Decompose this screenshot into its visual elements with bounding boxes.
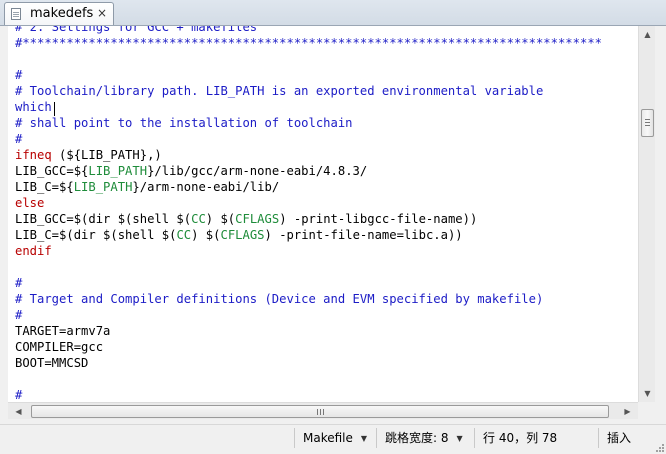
code-line: #***************************************… xyxy=(15,35,602,51)
code-line: # 2. Settings for GCC + makefiles xyxy=(15,26,602,35)
code-token: #***************************************… xyxy=(15,36,602,50)
language-selector[interactable]: Makefile ▼ xyxy=(294,428,376,448)
code-line: # Toolchain/library path. LIB_PATH is an… xyxy=(15,83,602,99)
code-line: # shall point to the installation of too… xyxy=(15,115,602,131)
text-cursor xyxy=(54,102,55,116)
cursor-position-label: 行 40，列 78 xyxy=(483,431,558,445)
chevron-down-icon: ▼ xyxy=(456,434,463,443)
tab-width-label: 跳格宽度: 8 xyxy=(385,431,449,445)
tab-title: makedefs xyxy=(30,6,94,21)
code-line: LIB_GCC=$(dir $(shell $(CC) $(CFLAGS) -p… xyxy=(15,211,602,227)
scroll-left-icon[interactable]: ◀ xyxy=(10,403,27,420)
code-line: # xyxy=(15,387,602,402)
code-token: LIB_C=${ xyxy=(15,180,74,194)
code-token: # Toolchain/library path. LIB_PATH is an… xyxy=(15,84,544,98)
code-token: CFLAGS xyxy=(235,212,280,226)
cursor-position: 行 40，列 78 xyxy=(474,428,598,448)
insert-mode-indicator[interactable]: 插入 xyxy=(598,428,656,448)
code-token: LIB_GCC=${ xyxy=(15,164,89,178)
code-token: ) -print-file-name=libc.a)) xyxy=(264,228,463,242)
code-token: }/lib/gcc/arm-none-eabi/4.8.3/ xyxy=(147,164,368,178)
code-token: CC xyxy=(176,228,192,242)
code-line: ifneq (${LIB_PATH},) xyxy=(15,147,602,163)
code-line: LIB_C=${LIB_PATH}/arm-none-eabi/lib/ xyxy=(15,179,602,195)
code-token: # xyxy=(15,132,23,146)
code-token: LIB_GCC=$(dir $(shell $( xyxy=(15,212,192,226)
window-edge xyxy=(655,26,666,419)
scroll-down-icon[interactable]: ▼ xyxy=(639,385,656,402)
horizontal-scrollbar[interactable]: ◀ ▶ xyxy=(8,402,638,419)
code-token: LIB_PATH xyxy=(73,180,133,194)
vertical-scroll-thumb[interactable] xyxy=(641,109,654,137)
code-line: # xyxy=(15,307,602,323)
document-icon xyxy=(11,8,21,20)
code-line: LIB_GCC=${LIB_PATH}/lib/gcc/arm-none-eab… xyxy=(15,163,602,179)
code-token: # xyxy=(15,388,23,402)
horizontal-scroll-thumb[interactable] xyxy=(31,405,609,418)
code-token: LIB_C=$(dir $(shell $( xyxy=(15,228,177,242)
code-token: else xyxy=(15,196,45,210)
vertical-scrollbar[interactable]: ▲ ▼ xyxy=(638,26,655,402)
code-line: endif xyxy=(15,243,602,259)
code-line: # Target and Compiler definitions (Devic… xyxy=(15,291,602,307)
resize-grip-icon[interactable] xyxy=(656,444,664,452)
close-icon[interactable]: × xyxy=(97,6,107,20)
code-line: which xyxy=(15,99,602,115)
code-line: # xyxy=(15,131,602,147)
code-line: BOOT=MMCSD xyxy=(15,355,602,371)
code-token: # shall point to the installation of too… xyxy=(15,116,353,130)
tab-width-selector[interactable]: 跳格宽度: 8 ▼ xyxy=(376,428,474,448)
code-line: # xyxy=(15,275,602,291)
scroll-right-icon[interactable]: ▶ xyxy=(619,403,636,420)
code-line: # xyxy=(15,67,602,83)
code-token: ) -print-libgcc-file-name)) xyxy=(279,212,478,226)
code-token: # Target and Compiler definitions (Devic… xyxy=(15,292,544,306)
code-line: LIB_C=$(dir $(shell $(CC) $(CFLAGS) -pri… xyxy=(15,227,602,243)
chevron-down-icon: ▼ xyxy=(360,434,368,443)
code-token: # xyxy=(15,276,23,290)
code-line: else xyxy=(15,195,602,211)
code-line: TARGET=armv7a xyxy=(15,323,602,339)
code-token: CFLAGS xyxy=(220,228,265,242)
scrollbar-corner xyxy=(638,402,655,419)
code-editor[interactable]: # 2. Settings for GCC + makefiles #******… xyxy=(8,26,638,402)
code-lines: # 2. Settings for GCC + makefiles #******… xyxy=(15,26,602,402)
code-token: # 2. Settings for GCC + makefiles xyxy=(15,26,258,34)
code-token: ) $( xyxy=(205,212,236,226)
code-token: LIB_PATH xyxy=(88,164,148,178)
code-token: endif xyxy=(15,244,52,258)
code-token: ifneq xyxy=(15,148,52,162)
code-token: TARGET=armv7a xyxy=(15,324,111,338)
code-token: # xyxy=(15,308,23,322)
code-token: ) $( xyxy=(191,228,221,242)
code-line: COMPILER=gcc xyxy=(15,339,602,355)
code-token: }/arm-none-eabi/lib/ xyxy=(132,180,280,194)
insert-mode-label: 插入 xyxy=(607,431,632,445)
language-label: Makefile xyxy=(303,431,353,445)
code-token: (${LIB_PATH},) xyxy=(51,148,162,162)
tab-makedefs[interactable]: makedefs × xyxy=(4,2,114,25)
code-token: which xyxy=(15,100,52,114)
code-token: # xyxy=(15,68,23,82)
scroll-up-icon[interactable]: ▲ xyxy=(639,26,656,43)
code-token: COMPILER=gcc xyxy=(15,340,104,354)
code-token: CC xyxy=(191,212,206,226)
code-token: BOOT=MMCSD xyxy=(15,356,89,370)
tab-bar: makedefs × xyxy=(0,0,666,26)
status-bar: Makefile ▼ 跳格宽度: 8 ▼ 行 40，列 78 插入 xyxy=(0,424,666,454)
